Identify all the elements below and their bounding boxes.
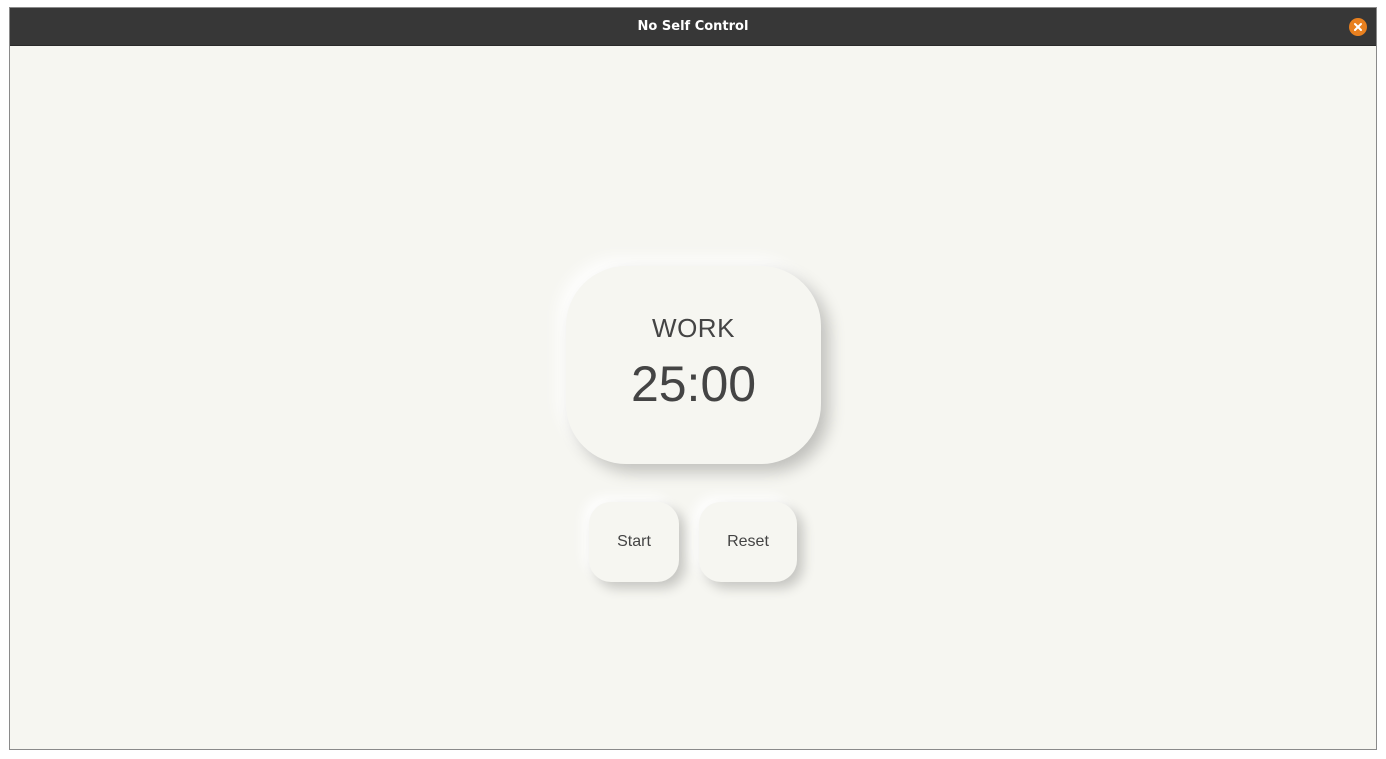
app-window: No Self Control WORK 25:00 Start Reset	[9, 7, 1377, 750]
timer-display: 25:00	[630, 356, 757, 412]
window-title: No Self Control	[637, 19, 749, 34]
start-button[interactable]: Start	[589, 502, 679, 582]
timer-card: WORK 25:00	[566, 266, 821, 464]
main-content: WORK 25:00 Start Reset	[10, 46, 1376, 749]
close-icon	[1354, 23, 1362, 31]
reset-button[interactable]: Reset	[699, 502, 797, 582]
title-bar[interactable]: No Self Control	[10, 8, 1376, 46]
timer-mode-label: WORK	[652, 313, 735, 343]
close-button[interactable]	[1349, 18, 1367, 36]
